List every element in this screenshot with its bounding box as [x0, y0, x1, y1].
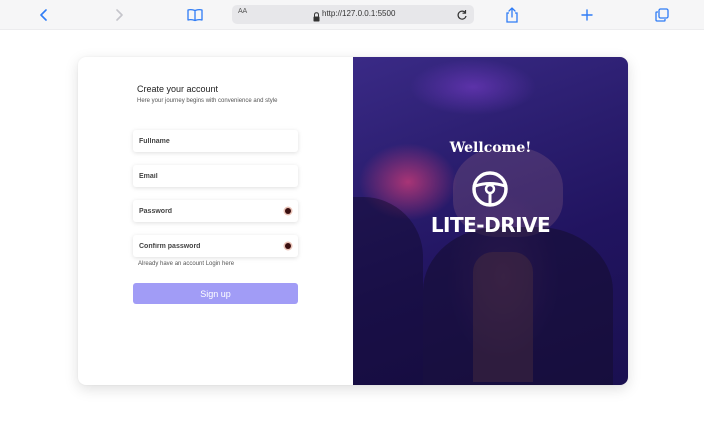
password-input[interactable] — [133, 200, 298, 222]
address-bar[interactable]: AA http://127.0.0.1:5500 — [232, 5, 474, 24]
browser-toolbar: AA http://127.0.0.1:5500 — [0, 0, 704, 30]
confirm-password-input[interactable] — [133, 235, 298, 257]
hero-image-panel: Wellcome! LITE-DRIVE — [353, 57, 628, 385]
bookmarks-book-icon[interactable] — [186, 6, 204, 24]
signup-button[interactable]: Sign up — [133, 283, 298, 304]
password-field[interactable] — [133, 200, 298, 222]
form-title: Create your account — [137, 84, 219, 94]
reader-aa-button[interactable]: AA — [238, 8, 247, 15]
show-confirm-password-eye-icon[interactable] — [285, 243, 291, 249]
steering-wheel-icon — [471, 170, 509, 208]
fullname-input[interactable] — [133, 130, 298, 152]
confirm-password-field[interactable] — [133, 235, 298, 257]
url-text: http://127.0.0.1:5500 — [322, 9, 396, 18]
email-field[interactable] — [133, 165, 298, 187]
new-tab-plus-icon[interactable] — [578, 6, 596, 24]
fullname-field[interactable] — [133, 130, 298, 152]
share-icon[interactable] — [503, 6, 521, 24]
hero-driver-sweater — [473, 252, 533, 382]
login-link[interactable]: Already have an account Login here — [138, 261, 234, 267]
tabs-overview-icon[interactable] — [653, 6, 671, 24]
form-subtitle: Here your journey begins with convenienc… — [137, 98, 278, 104]
welcome-heading: Wellcome! — [449, 140, 532, 156]
signup-card: Create your account Here your journey be… — [78, 57, 628, 385]
reload-icon[interactable] — [456, 8, 468, 20]
show-password-eye-icon[interactable] — [285, 208, 291, 214]
brand-logo-text: LITE-DRIVE — [430, 213, 551, 237]
lock-icon — [313, 9, 320, 22]
back-icon[interactable] — [35, 6, 53, 24]
email-input[interactable] — [133, 165, 298, 187]
forward-icon[interactable] — [110, 6, 128, 24]
